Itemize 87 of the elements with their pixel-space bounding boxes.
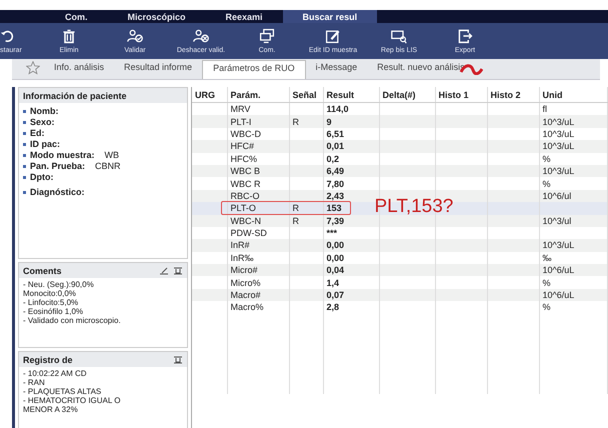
field-label: Sexo: [30, 117, 55, 127]
column-header: Delta(#) [379, 87, 435, 102]
tab[interactable]: i-Message [306, 60, 368, 79]
edit-icon[interactable] [159, 266, 169, 274]
field-label: Nomb: [30, 106, 58, 116]
screens-icon [259, 28, 275, 44]
tab[interactable]: Info. análisis [44, 60, 114, 79]
comment-line: - Neu. (Seg.):90,0% [23, 280, 95, 289]
param-cell[interactable]: WBC-N [227, 214, 289, 227]
result-cell: 6,49 [323, 164, 379, 178]
field-label: ID pac: [30, 139, 60, 149]
comment-line: - Linfocito:5,0% [23, 298, 80, 307]
flag-cell: R [289, 115, 323, 128]
undo-icon [0, 28, 16, 44]
log-line: - 10:02:22 AM CD [23, 369, 88, 378]
nav-tab[interactable]: Com. [45, 10, 108, 23]
param-cell[interactable]: PLT-I [227, 115, 289, 128]
bullet [23, 121, 26, 124]
trash-icon [61, 28, 77, 44]
field-value: CBNR [95, 161, 121, 171]
edit-icon [325, 28, 341, 44]
result-cell: 0,00 [323, 239, 379, 252]
field-label: Pan. Prueba: [30, 161, 86, 171]
nav-tab[interactable]: Reexami [206, 10, 283, 23]
result-cell: 7,39 [323, 214, 379, 227]
field-label: Dpto: [30, 172, 54, 182]
panel-title: Registro de [23, 354, 73, 364]
column-header: Unid [539, 87, 608, 102]
expand-icon[interactable] [173, 266, 183, 274]
unit-cell: 10^3/uL [539, 164, 608, 178]
nav-tab[interactable]: Buscar resul [282, 10, 378, 23]
log-line: MENOR A 32% [23, 405, 79, 414]
bullet [23, 165, 26, 168]
result-cell: 2,8 [323, 301, 379, 314]
bullet [23, 143, 26, 146]
unit-cell: 10^3/uL [539, 239, 608, 252]
param-cell[interactable]: Micro# [227, 264, 289, 276]
result-cell: 9 [323, 115, 379, 128]
column-header: Histo 2 [487, 87, 539, 102]
lis-icon [391, 28, 407, 44]
bullet [23, 191, 26, 194]
unit-cell: 10^6/uL [539, 288, 608, 302]
unit-cell: 10^3/uL [539, 140, 608, 153]
column-header: Result [323, 87, 379, 102]
comment-line: - Eosinófilo 1,0% [23, 307, 84, 316]
bullet [23, 154, 26, 157]
field-label: Ed: [30, 128, 44, 138]
result-cell: 0,01 [323, 140, 379, 153]
column-header: Parám. [227, 87, 289, 102]
result-cell: 0,04 [323, 264, 379, 276]
column-header: URG [192, 87, 227, 102]
unit-cell: % [539, 301, 608, 314]
column-header: Histo 1 [435, 87, 487, 102]
unit-cell: 10^3/uL [539, 115, 608, 128]
param-cell[interactable]: PLT-O [227, 202, 289, 215]
validate-icon [127, 28, 143, 44]
comment-line: Monocito:0,0% [23, 289, 77, 298]
log-line: - RAN [23, 378, 46, 387]
param-cell[interactable]: WBC B [227, 164, 289, 178]
column-header: Señal [289, 87, 323, 102]
expand-icon[interactable] [173, 356, 183, 364]
star-icon[interactable] [26, 61, 40, 75]
tab[interactable]: Parámetros de RUO [202, 60, 306, 79]
bullet [23, 176, 26, 179]
tab[interactable]: Resultad informe [114, 60, 202, 79]
param-cell[interactable]: Macro% [227, 301, 289, 314]
panel-title: Coments [23, 266, 62, 276]
log-line: - PLAQUETAS ALTAS [23, 387, 102, 396]
bullet [23, 110, 26, 113]
comment-line: - Validado con microscopio. [23, 316, 122, 325]
unit-cell: 10^3/ul [539, 214, 608, 227]
param-cell[interactable]: RBC-O [227, 190, 289, 202]
param-cell[interactable]: Macro# [227, 288, 289, 302]
bullet [23, 132, 26, 135]
result-cell: 0,07 [323, 288, 379, 302]
nav-tab[interactable]: Microscópico [108, 10, 206, 23]
log-line: - HEMATOCRITO IGUAL O [23, 396, 122, 405]
field-label: Diagnóstico: [30, 187, 85, 197]
param-cell[interactable]: InR# [227, 239, 289, 252]
param-cell[interactable]: HFC# [227, 140, 289, 153]
panel-title: Información de paciente [23, 90, 127, 100]
field-label: Modo muestra: [30, 150, 95, 160]
unit-cell: 10^6/uL [539, 264, 608, 276]
unit-cell: 10^6/ul [539, 190, 608, 202]
unvalidate-icon [193, 28, 209, 44]
field-value: WB [104, 150, 120, 160]
export-icon [457, 28, 473, 44]
